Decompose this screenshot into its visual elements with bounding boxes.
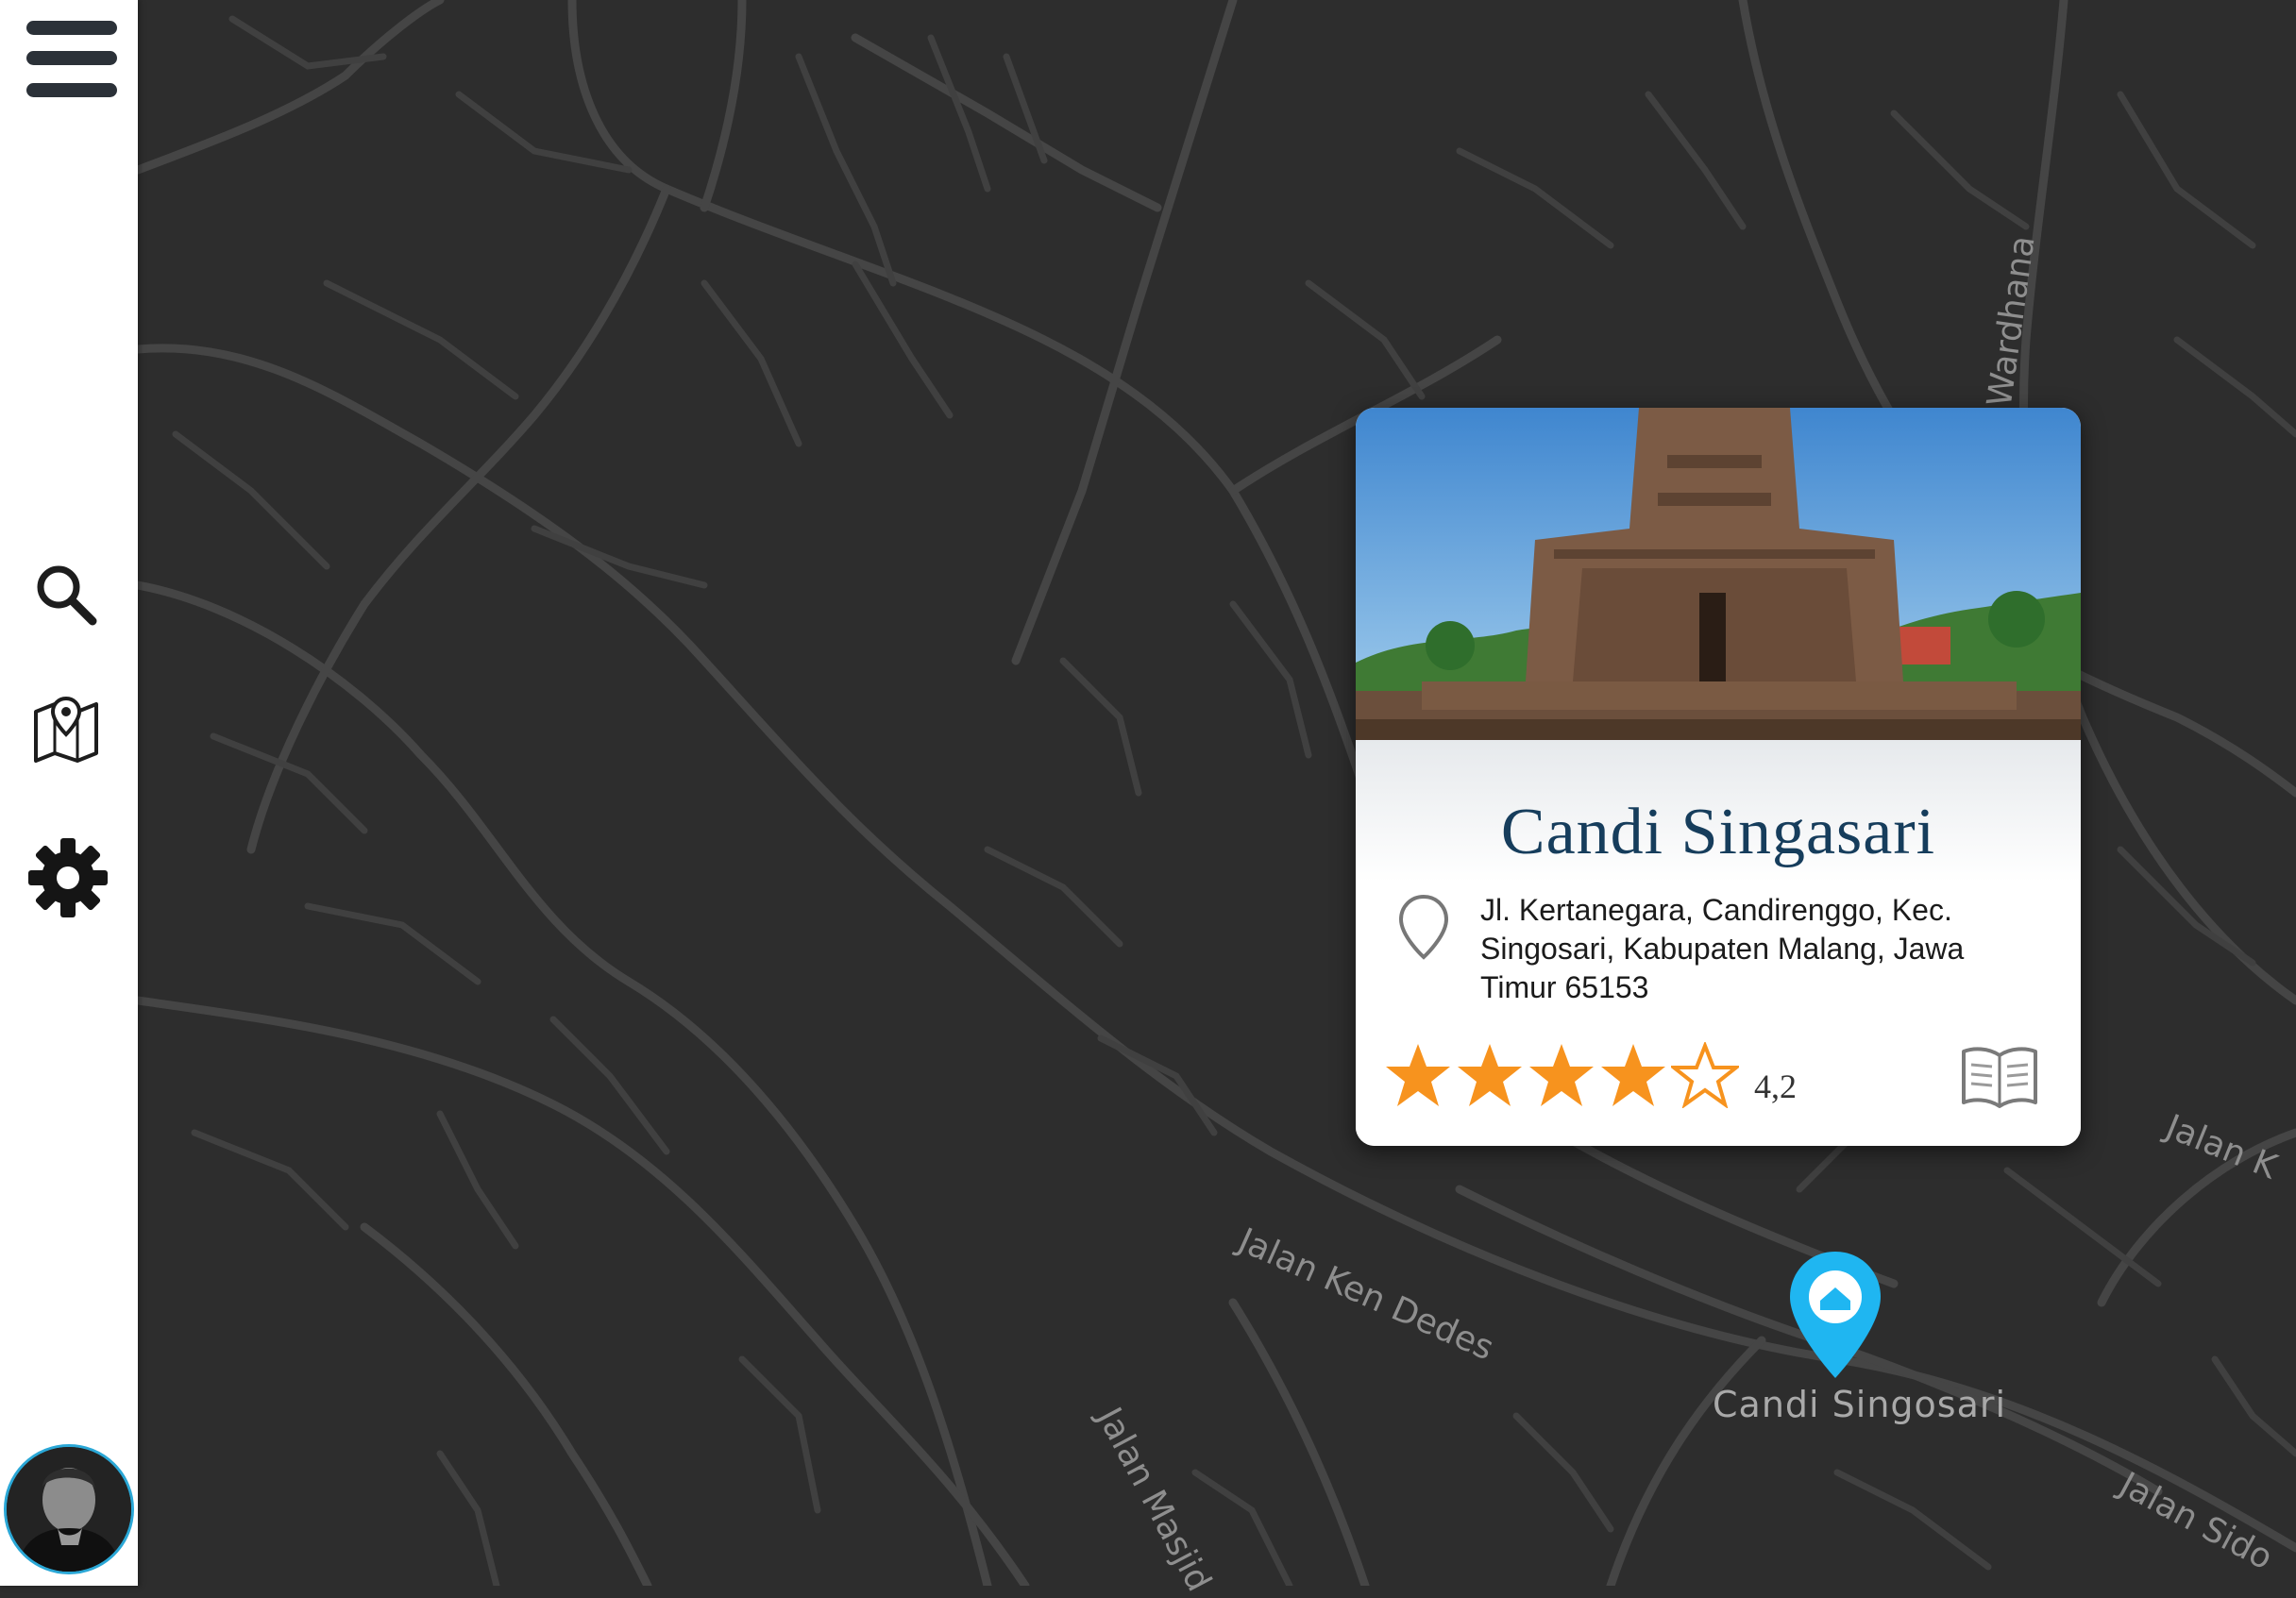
open-book-icon[interactable]	[1960, 1042, 2039, 1119]
search-icon[interactable]	[34, 563, 98, 631]
location-pin-icon	[1397, 893, 1450, 966]
place-address: Jl. Kertanegara, Candirenggo, Kec. Singo…	[1480, 893, 1965, 1004]
temple-photo	[1356, 408, 2081, 740]
place-card-body: Candi Singasari Jl. Kertanegara, Candire…	[1356, 740, 2081, 1146]
star-filled-icon	[1601, 1044, 1665, 1106]
folded-map-pin-icon[interactable]	[32, 695, 100, 767]
star-filled-icon	[1458, 1044, 1522, 1106]
star-filled-icon	[1529, 1044, 1594, 1106]
sidebar	[0, 0, 138, 1586]
place-title: Candi Singasari	[1500, 796, 1936, 868]
star-outline-icon	[1671, 1042, 1739, 1108]
place-card[interactable]: Candi Singasari Jl. Kertanegara, Candire…	[1356, 408, 2081, 1146]
hamburger-menu-icon[interactable]	[26, 19, 117, 98]
user-avatar[interactable]	[4, 1444, 134, 1574]
rating-stars	[1384, 1042, 1743, 1108]
marker-label: Candi Singosari	[1713, 1384, 2007, 1425]
gear-icon[interactable]	[26, 836, 110, 924]
rating-value: 4,2	[1754, 1068, 1797, 1105]
star-filled-icon	[1386, 1044, 1450, 1106]
